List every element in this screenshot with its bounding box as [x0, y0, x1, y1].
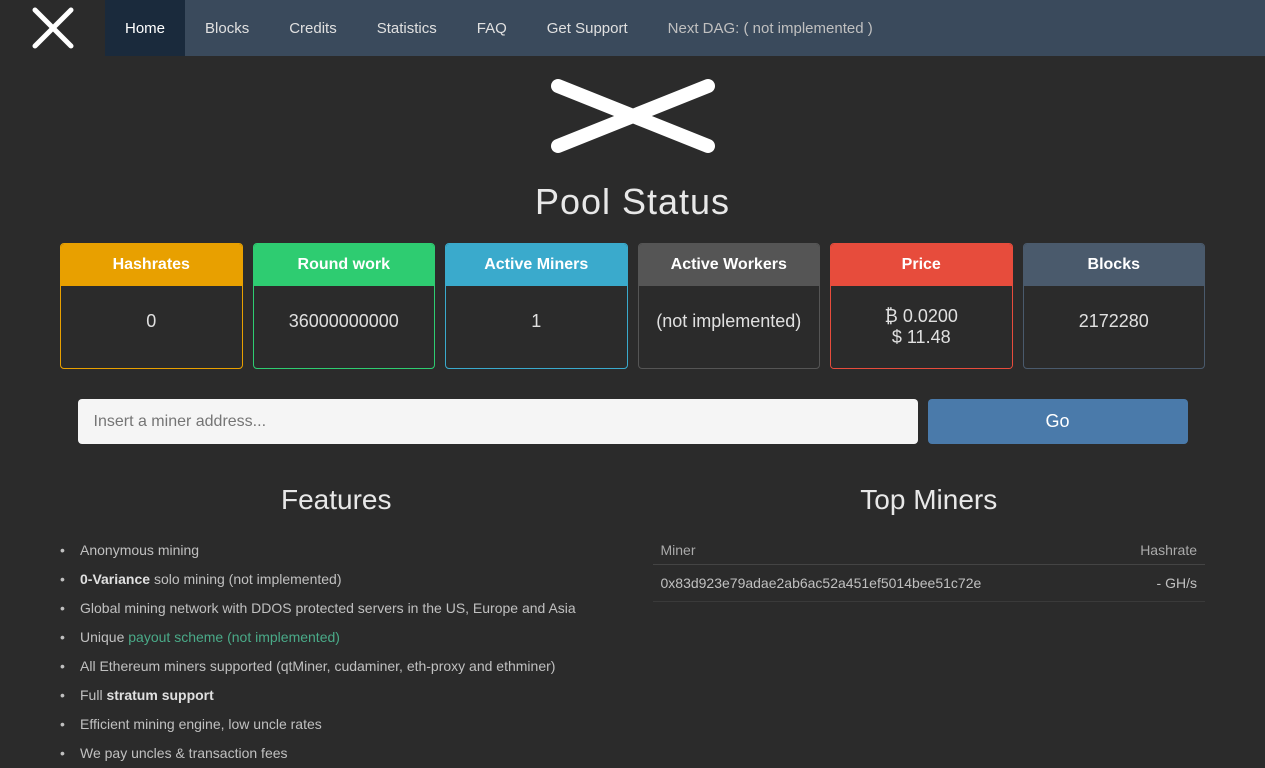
feature-item-6: Full stratum support	[60, 681, 613, 710]
search-row: Go	[0, 399, 1265, 444]
miners-col-hashrate: Hashrate	[1107, 536, 1205, 565]
navigation: Home Blocks Credits Statistics FAQ Get S…	[0, 0, 1265, 56]
card-blocks: Blocks 2172280	[1023, 243, 1206, 369]
nav-support[interactable]: Get Support	[527, 0, 648, 56]
nav-dag-label: Next DAG: ( not implemented )	[648, 20, 893, 37]
hero-logo	[548, 76, 718, 161]
card-price-value: ₿ 0.0200 $ 11.48	[831, 286, 1012, 368]
bottom-section: Features Anonymous mining 0-Variance sol…	[0, 484, 1265, 768]
table-row: 0x83d923e79adae2ab6ac52a451ef5014bee51c7…	[653, 565, 1206, 602]
card-roundwork: Round work 36000000000	[253, 243, 436, 369]
feature-item-1: Anonymous mining	[60, 536, 613, 565]
top-miners-title: Top Miners	[653, 484, 1206, 516]
nav-statistics[interactable]: Statistics	[357, 0, 457, 56]
hero-logo-icon	[548, 76, 718, 156]
nav-blocks[interactable]: Blocks	[185, 0, 269, 56]
card-price: Price ₿ 0.0200 $ 11.48	[830, 243, 1013, 369]
card-miners-header: Active Miners	[446, 244, 627, 286]
card-price-header: Price	[831, 244, 1012, 286]
features-section: Features Anonymous mining 0-Variance sol…	[60, 484, 613, 768]
card-roundwork-header: Round work	[254, 244, 435, 286]
card-hashrates-value: 0	[61, 286, 242, 356]
miners-table: Miner Hashrate 0x83d923e79adae2ab6ac52a4…	[653, 536, 1206, 602]
card-workers-value: (not implemented)	[639, 286, 820, 356]
card-price-btc: ₿ 0.0200	[885, 306, 958, 327]
nav-credits[interactable]: Credits	[269, 0, 357, 56]
card-miners-value: 1	[446, 286, 627, 356]
go-button[interactable]: Go	[928, 399, 1188, 444]
card-blocks-value: 2172280	[1024, 286, 1205, 356]
card-workers: Active Workers (not implemented)	[638, 243, 821, 369]
card-hashrates: Hashrates 0	[60, 243, 243, 369]
pool-status-title: Pool Status	[0, 181, 1265, 223]
miners-table-header-row: Miner Hashrate	[653, 536, 1206, 565]
card-miners: Active Miners 1	[445, 243, 628, 369]
logo	[0, 0, 105, 56]
nav-links: Home Blocks Credits Statistics FAQ Get S…	[105, 0, 893, 56]
feature-item-3: Global mining network with DDOS protecte…	[60, 594, 613, 623]
card-price-usd: $ 11.48	[892, 327, 951, 348]
features-title: Features	[60, 484, 613, 516]
feature-item-8: We pay uncles & transaction fees	[60, 739, 613, 768]
miner-address: 0x83d923e79adae2ab6ac52a451ef5014bee51c7…	[653, 565, 1107, 602]
feature-item-2: 0-Variance solo mining (not implemented)	[60, 565, 613, 594]
nav-home[interactable]: Home	[105, 0, 185, 56]
feature-item-5: All Ethereum miners supported (qtMiner, …	[60, 652, 613, 681]
nav-faq[interactable]: FAQ	[457, 0, 527, 56]
card-roundwork-value: 36000000000	[254, 286, 435, 356]
payout-scheme-link[interactable]: payout scheme (not implemented)	[128, 629, 340, 645]
feature-item-7: Efficient mining engine, low uncle rates	[60, 710, 613, 739]
miners-col-miner: Miner	[653, 536, 1107, 565]
status-cards: Hashrates 0 Round work 36000000000 Activ…	[0, 243, 1265, 369]
hero-section	[0, 56, 1265, 171]
card-hashrates-header: Hashrates	[61, 244, 242, 286]
miner-hashrate: - GH/s	[1107, 565, 1205, 602]
card-workers-header: Active Workers	[639, 244, 820, 286]
search-input[interactable]	[78, 399, 918, 444]
features-list: Anonymous mining 0-Variance solo mining …	[60, 536, 613, 768]
feature-item-4: Unique payout scheme (not implemented)	[60, 623, 613, 652]
logo-icon	[31, 6, 75, 50]
card-blocks-header: Blocks	[1024, 244, 1205, 286]
top-miners-section: Top Miners Miner Hashrate 0x83d923e79ada…	[653, 484, 1206, 768]
